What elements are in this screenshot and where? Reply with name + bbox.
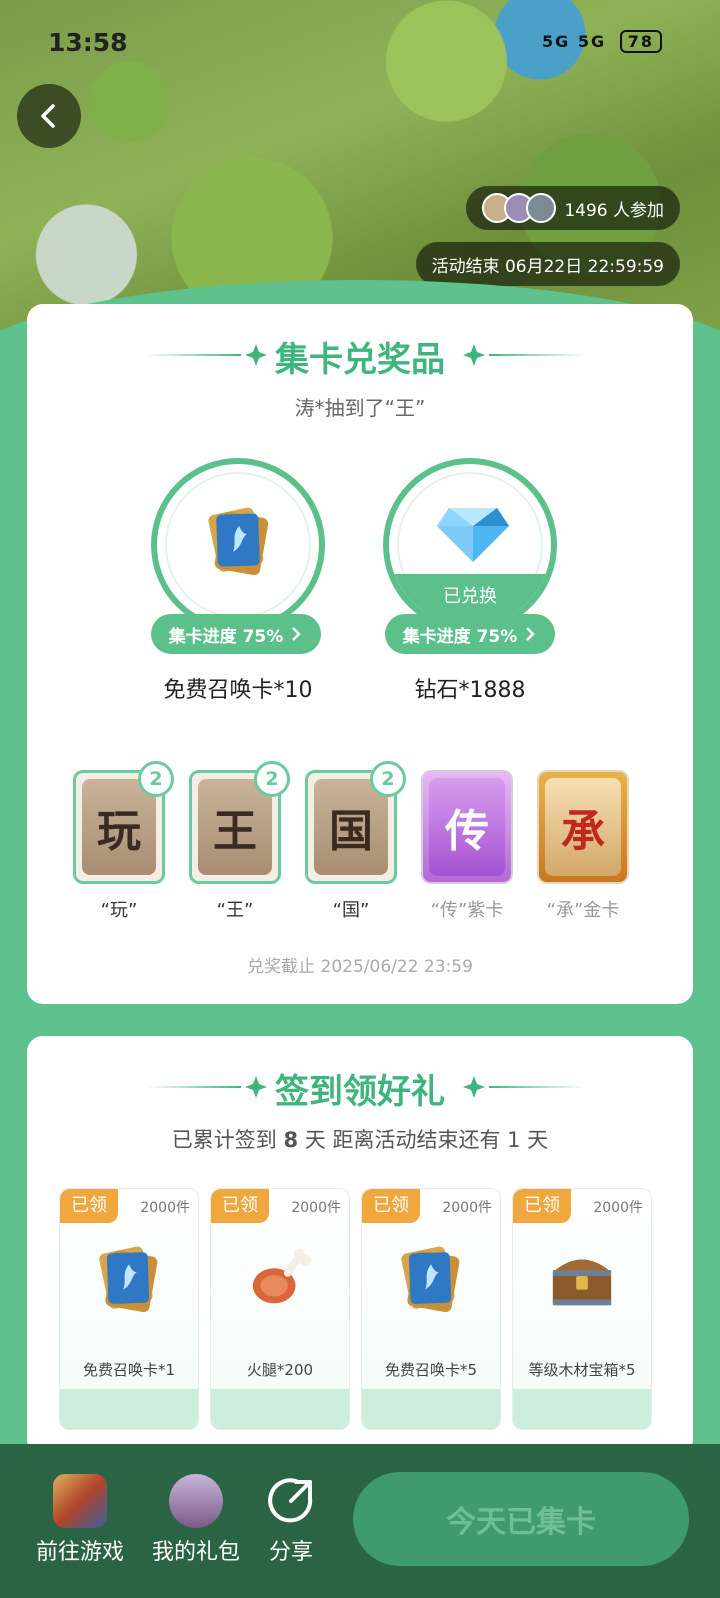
sparkle-icon [463,1076,485,1098]
signin-summary-prefix: 已累计签到 [171,1128,277,1152]
card-label: “王” [216,900,254,921]
prize-name: 钻石*1888 [414,678,526,703]
card-label: “传”紫卡 [430,900,504,921]
battery-icon: 78 [619,30,662,53]
card-character: 承 [545,778,621,876]
my-gifts-label: 我的礼包 [151,1540,240,1565]
title-divider-right [489,1086,585,1088]
collect-cards-panel: 集卡兑奖品 涛*抽到了“王” 集卡进度 75% 免费召唤卡*10 已兑换 集卡进… [27,304,693,1004]
treasure-chest-icon [552,1259,612,1306]
share-label: 分享 [268,1540,313,1565]
summon-card-icon [208,507,269,576]
card-label: “国” [332,900,370,921]
signin-days: 8 [283,1128,299,1152]
avatar [526,193,557,223]
signin-summary-suffix: 天 距离活动结束还有 1 天 [304,1128,549,1152]
share-icon [268,1478,313,1523]
letter-card[interactable]: 玩 2 [73,761,174,884]
bottom-action-bar: 前往游戏 我的礼包 分享 今天已集卡 [0,1444,720,1598]
prize-progress-button[interactable]: 集卡进度 75% [151,614,321,654]
signal-icon: 5G 5G [542,32,607,51]
signin-reward[interactable]: 已领 2000件 等级木材宝箱*5 [512,1188,652,1430]
diamond-icon [437,508,509,562]
claimed-tag: 已领 [513,1189,571,1223]
reward-stock: 2000件 [291,1200,341,1216]
go-game-button[interactable]: 前往游戏 [30,1474,130,1566]
participant-avatars [482,193,557,223]
draw-ticker: 涛*抽到了“王” [294,396,426,420]
collect-today-button[interactable]: 今天已集卡 [353,1472,689,1566]
card-count-badge: 2 [370,761,406,797]
signin-panel: 签到领好礼 已累计签到 8 天 距离活动结束还有 1 天 已领 2000件 免费… [27,1036,693,1456]
claimed-tag: 已领 [60,1189,118,1223]
share-button[interactable]: 分享 [256,1474,326,1566]
prize-summon-card[interactable] [151,458,325,632]
reward-name: 免费召唤卡*1 [82,1361,176,1379]
chevron-left-icon [41,104,55,128]
reward-stock: 2000件 [442,1200,492,1216]
card-count-badge: 2 [254,761,290,797]
prize-name: 免费召唤卡*10 [163,678,313,703]
chevron-right-icon [292,627,302,641]
go-game-label: 前往游戏 [35,1540,124,1565]
reward-name: 免费召唤卡*5 [384,1361,478,1379]
sparkle-icon [463,344,485,366]
reward-stock: 2000件 [593,1200,643,1216]
reward-name: 等级木材宝箱*5 [528,1361,636,1379]
card-character: 传 [429,778,505,876]
status-time: 13:58 [48,28,128,57]
summon-card-icon [99,1246,158,1313]
hero-banner: 13:58 5G 5G 78 1496 人参加 活动结束 06月22日 22:5… [0,0,720,340]
participants-count: 1496 人参加 [564,200,664,221]
signin-reward[interactable]: 已领 2000件 免费召唤卡*5 [361,1188,501,1430]
participants-badge: 1496 人参加 [466,186,680,230]
card-label: “玩” [100,900,138,921]
game-icon [53,1474,107,1528]
reward-stock: 2000件 [140,1200,190,1216]
ham-icon [252,1248,312,1304]
summon-card-icon [401,1246,460,1313]
signin-summary: 已累计签到 8 天 距离活动结束还有 1 天 [27,1124,693,1154]
card-count-badge: 2 [138,761,174,797]
signin-title: 签到领好礼 [275,1072,445,1112]
gift-avatar-icon [169,1474,223,1528]
activity-end-badge: 活动结束 06月22日 22:59:59 [415,242,680,286]
signin-reward[interactable]: 已领 2000件 免费召唤卡*1 [59,1188,199,1430]
activity-end-time: 活动结束 06月22日 22:59:59 [431,256,664,277]
claimed-tag: 已领 [362,1189,420,1223]
collect-title: 集卡兑奖品 [275,340,445,380]
back-button[interactable] [17,84,81,148]
redeem-deadline: 兑奖截止 2025/06/22 23:59 [247,957,473,977]
prize-diamond[interactable]: 已兑换 [383,458,557,632]
prize-progress-label: 集卡进度 75% [168,626,284,647]
card-label: “承”金卡 [546,900,620,921]
prize-progress-button[interactable]: 集卡进度 75% [385,614,555,654]
prize-progress-label: 集卡进度 75% [402,626,518,647]
claimed-tag: 已领 [211,1189,269,1223]
chevron-right-icon [526,627,536,641]
status-icons: 5G 5G 78 [542,30,662,53]
signin-reward[interactable]: 已领 2000件 火腿*200 [210,1188,350,1430]
letter-card[interactable]: 国 2 [305,761,406,884]
letter-card[interactable]: 王 2 [189,761,290,884]
letter-card-gold[interactable]: 承 [537,770,629,884]
title-divider-right [489,354,585,356]
reward-name: 火腿*200 [246,1361,314,1379]
my-gifts-button[interactable]: 我的礼包 [146,1474,246,1566]
letter-card-purple[interactable]: 传 [421,770,513,884]
